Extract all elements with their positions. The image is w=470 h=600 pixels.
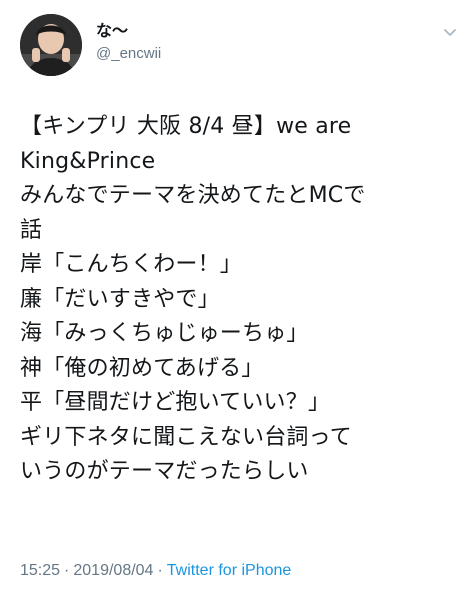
tweet-text-line: ギリ下ネタに聞こえない台詞って xyxy=(20,424,352,450)
meta-separator: · xyxy=(157,562,163,579)
author-display-name[interactable]: な〜 xyxy=(96,20,161,42)
tweet-header: な〜 @_encwii xyxy=(20,14,460,78)
tweet-text-line: 廉「だいすきやで」 xyxy=(20,286,220,312)
user-avatar-icon[interactable] xyxy=(20,14,82,76)
tweet-source-link[interactable]: Twitter for iPhone xyxy=(167,562,292,579)
tweet-text-line: 【キンプリ 大阪 8/4 昼】we are xyxy=(20,114,352,139)
author-handle[interactable]: @_encwii xyxy=(96,44,161,64)
tweet-card: な〜 @_encwii 【キンプリ 大阪 8/4 昼】we are King&P… xyxy=(0,0,470,600)
tweet-text: 【キンプリ 大阪 8/4 昼】we are King&Prince みんなでテー… xyxy=(20,110,460,490)
tweet-text-line: いうのがテーマだったらしい xyxy=(20,459,309,484)
author-names: な〜 @_encwii xyxy=(96,20,161,64)
tweet-metadata: 15:25 · 2019/08/04 · Twitter for iPhone xyxy=(20,562,291,580)
tweet-text-line: King&Prince xyxy=(20,148,156,174)
tweet-text-line: 岸「こんちくわー！」 xyxy=(20,252,243,277)
tweet-text-line: 平「昼間だけど抱いていい？」 xyxy=(20,390,331,415)
meta-separator: · xyxy=(64,562,70,579)
tweet-text-line: みんなでテーマを決めてたとMCで xyxy=(20,183,366,208)
tweet-text-line: 神「俺の初めてあげる」 xyxy=(20,355,264,381)
tweet-text-line: 話 xyxy=(20,217,43,243)
tweet-text-line: 海「みっくちゅじゅーちゅ」 xyxy=(20,321,309,346)
tweet-time[interactable]: 15:25 xyxy=(20,562,60,579)
tweet-date[interactable]: 2019/08/04 xyxy=(73,562,153,579)
chevron-down-icon[interactable] xyxy=(440,22,460,42)
